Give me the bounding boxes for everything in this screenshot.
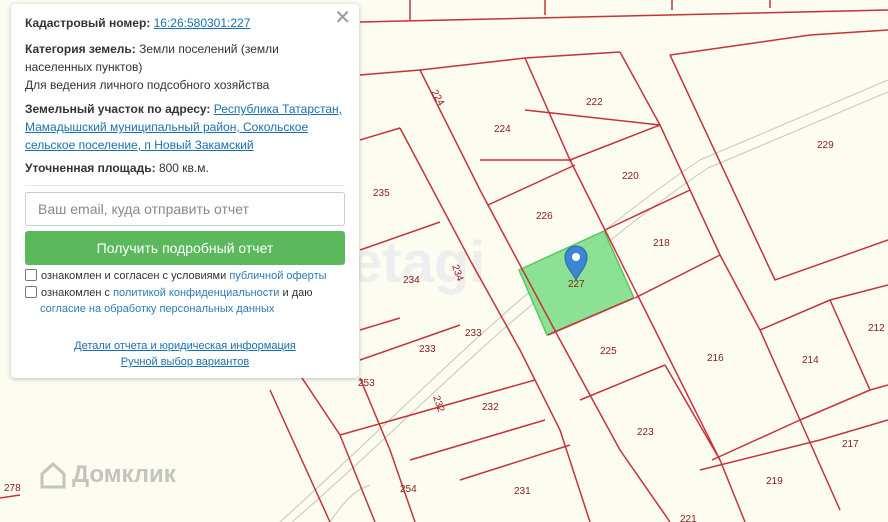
plot-label: 214 [802,355,819,366]
consent-privacy-checkbox[interactable] [25,286,37,298]
address-row: Земельный участок по адресу: Республика … [25,100,345,154]
plot-label: 212 [868,323,885,334]
public-offer-link[interactable]: публичной оферты [229,270,326,282]
plot-label: 233 [419,344,436,355]
cadastral-row: Кадастровый номер: 16:26:580301:227 [25,14,345,32]
consent-privacy: ознакомлен с политикой конфиденциальност… [25,285,313,301]
plot-label: 227 [568,279,585,290]
plot-label: 224 [494,124,511,135]
plot-label: 217 [842,439,859,450]
domclick-logo: Домклик [38,460,176,490]
cadastral-label: Кадастровый номер: [25,16,151,30]
plot-label: 218 [653,238,670,249]
consent-privacy-text: ознакомлен с [41,287,111,299]
plot-info-card: ✕ Кадастровый номер: 16:26:580301:227 Ка… [11,4,359,378]
divider [25,185,345,186]
consent-offer: ознакомлен и согласен с условиями публич… [25,268,327,284]
consent-offer-text: ознакомлен и согласен с условиями [41,270,227,282]
plot-label: 219 [766,476,783,487]
personal-data-consent-link[interactable]: согласие на обработку персональных данны… [40,303,274,315]
consent-data-row: согласие на обработку персональных данны… [40,301,274,317]
plot-label: 222 [586,97,603,108]
road [329,484,371,522]
plot-label: 216 [707,353,724,364]
manual-selection-link[interactable]: Ручной выбор вариантов [11,356,359,368]
area-value: 800 кв.м. [158,161,209,175]
consent-privacy-suffix: и даю [282,287,313,299]
consent-offer-checkbox[interactable] [25,269,37,281]
report-details-link[interactable]: Детали отчета и юридическая информация [11,340,359,352]
house-icon [40,461,66,489]
plot-label: 225 [600,346,617,357]
plot-label: 220 [622,171,639,182]
plot-label: 232 [482,402,499,413]
area-label: Уточненная площадь: [25,161,156,175]
plot-label: 226 [536,211,553,222]
privacy-policy-link[interactable]: политикой конфиденциальности [113,287,279,299]
plot-label: 221 [680,514,697,522]
address-label: Земельный участок по адресу: [25,102,211,116]
plot-label: 233 [465,328,482,339]
area-row: Уточненная площадь: 800 кв.м. [25,159,345,177]
plot-label: 232 [430,394,446,414]
plot-label: 254 [400,484,417,495]
plot-label: 235 [373,188,390,199]
get-report-button[interactable]: Получить подробный отчет [25,231,345,265]
plot-label: 223 [637,427,654,438]
category-label: Категория земель: [25,42,136,56]
usage-text: Для ведения личного подсобного хозяйства [25,78,270,92]
domclick-brand: Домклик [72,461,176,488]
plot-label: 231 [514,486,531,497]
plot-label: 278 [4,483,21,494]
plot-label: 253 [358,378,375,389]
plot-label: 234 [403,275,420,286]
plot-label: 224 [428,88,446,108]
category-row: Категория земель: Земли поселений (земли… [25,40,345,76]
cadastral-number-link[interactable]: 16:26:580301:227 [154,16,251,30]
email-input[interactable] [25,192,345,226]
plot-label: 229 [817,140,834,151]
